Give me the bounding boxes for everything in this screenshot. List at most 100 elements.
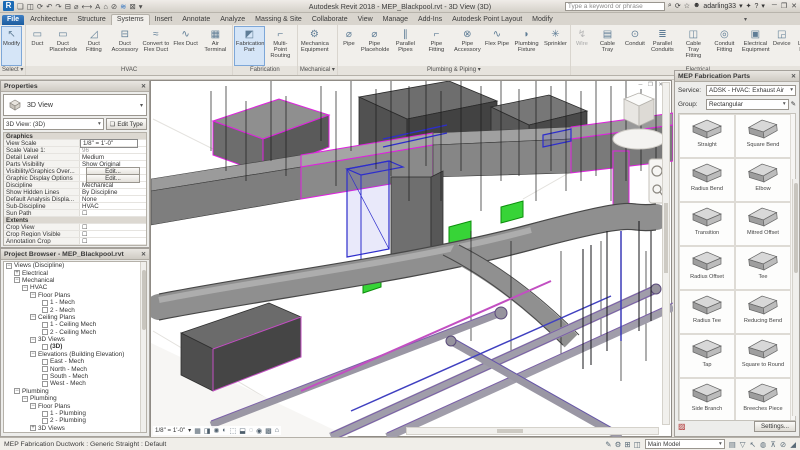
tree-expander-icon[interactable]: − [22, 284, 28, 291]
crop-view-icon[interactable]: ⬚ [230, 427, 237, 435]
ribbon-tab[interactable]: View [353, 15, 378, 25]
browser-scrollbar[interactable] [140, 262, 146, 432]
select-underlay-icon[interactable]: ◍ [760, 440, 767, 449]
horizontal-scrollbar[interactable] [406, 427, 659, 435]
tree-expander-icon[interactable] [42, 343, 48, 350]
select-links-icon[interactable]: ↖ [750, 440, 756, 449]
fabrication-part-tile[interactable]: Radius Bend [679, 158, 735, 202]
ribbon-tab[interactable]: Architecture [25, 15, 72, 25]
worksets-icon[interactable]: ⚙ [615, 440, 622, 449]
tree-item[interactable]: − Plumbing [4, 395, 146, 402]
fabrication-part-tile[interactable]: Side Branch [679, 378, 735, 420]
tree-expander-icon[interactable] [42, 410, 48, 417]
active-workset-combo[interactable]: Main Model ▾ [644, 439, 725, 449]
ribbon-tab[interactable]: Analyze [215, 15, 250, 25]
tree-expander-icon[interactable]: − [30, 314, 36, 321]
reveal-hidden-elements-icon[interactable]: ◉ [256, 427, 262, 435]
ribbon-button[interactable]: ◿ Duct Fitting [78, 26, 109, 66]
property-value[interactable]: ☐ [80, 210, 146, 217]
ribbon-group-label[interactable]: Plumbing & Piping ▾ [337, 66, 570, 75]
qat-dropdown-icon[interactable]: ▾ [139, 2, 143, 11]
fabrication-part-tile[interactable]: Radius Offset [679, 246, 735, 290]
ribbon-button[interactable]: ⊟ Duct Accessory [109, 26, 140, 66]
ribbon-button[interactable]: ⌐ Multi-Point Routing [265, 26, 296, 66]
tree-item[interactable]: 2 - Plumbing [4, 417, 146, 424]
ribbon-group-label[interactable]: HVAC [26, 66, 232, 75]
edit-type-button[interactable]: ❏ Edit Type [105, 118, 147, 130]
tree-expander-icon[interactable]: − [14, 388, 20, 395]
shadows-icon[interactable]: ◐ [222, 427, 226, 435]
close-icon[interactable]: ✕ [141, 83, 146, 90]
tree-item[interactable]: − Mechanical [4, 277, 146, 284]
avatar-icon[interactable]: ☻ [693, 2, 700, 10]
select-pinned-icon[interactable]: ⊼ [770, 440, 776, 449]
editable-only-icon[interactable]: ✎ [605, 440, 611, 449]
fabrication-parts-caption[interactable]: MEP Fabrication Parts ✕ [675, 71, 799, 82]
search-input[interactable]: Type a keyword or phrase [564, 1, 665, 11]
crop-region-icon[interactable]: ⬓ [239, 427, 246, 435]
fabrication-part-tile[interactable]: Breeches Piece [735, 378, 791, 420]
view-scale-control[interactable]: 1/8" = 1'-0" [155, 427, 185, 434]
ribbon-tab[interactable]: Autodesk Point Layout [447, 15, 527, 25]
tree-item[interactable]: 1 - Mech [4, 299, 146, 306]
properties-caption[interactable]: Properties ✕ [1, 81, 149, 92]
tree-item[interactable]: West - Mech [4, 380, 146, 387]
ribbon-button[interactable]: ◩ Fabrication Part [233, 26, 265, 66]
tree-item[interactable]: − Ceiling Plans [4, 314, 146, 321]
instance-combo[interactable]: 3D View: (3D) ▾ [3, 118, 104, 130]
ribbon-button[interactable]: ◫ Cable Tray Fitting [678, 26, 709, 66]
ribbon-button[interactable]: ⊙ Conduit [623, 26, 647, 66]
tree-item[interactable]: North - Mech [4, 365, 146, 373]
open-icon[interactable]: ❏ [17, 2, 24, 11]
filter-icon[interactable]: ▽ [740, 440, 746, 449]
visual-style-icon[interactable]: ◨ [204, 427, 211, 435]
account-caret-icon[interactable]: ▾ [739, 2, 743, 10]
detail-level-icon[interactable]: ▦ [194, 427, 201, 435]
property-value[interactable]: 96 [80, 147, 146, 154]
ribbon-button[interactable]: ⌀ Pipe [339, 26, 359, 66]
tree-expander-icon[interactable] [42, 417, 48, 424]
ribbon-button[interactable]: ✳ Sprinkler [542, 26, 569, 66]
property-value[interactable]: By Discipline [80, 189, 146, 196]
tree-expander-icon[interactable] [42, 358, 48, 365]
fabrication-part-tile[interactable]: Radius Tee [679, 290, 735, 334]
fabrication-part-tile[interactable]: Elbow [735, 158, 791, 202]
sign-in-sync-icon[interactable]: ⟳ [675, 2, 681, 10]
tree-item[interactable]: + 3D Views [4, 425, 146, 432]
tree-item[interactable]: 2 - Mech [4, 306, 146, 314]
ribbon-button[interactable]: ◲ Device [771, 26, 793, 66]
close-button[interactable]: ✕ [791, 2, 797, 10]
close-hidden-windows-icon[interactable]: ⊠ [129, 2, 135, 11]
ribbon-tab[interactable]: File [2, 15, 25, 25]
fabrication-part-tile[interactable]: Straight [679, 114, 735, 158]
ribbon-button[interactable]: ∿ Flex Duct [171, 26, 199, 66]
design-options-icon[interactable]: ▤ [729, 440, 736, 449]
parts-scrollbar[interactable] [792, 179, 798, 416]
measure-icon[interactable]: ⌀ [74, 2, 79, 11]
minimize-button[interactable]: ─ [772, 2, 777, 10]
property-row[interactable]: Annotation Crop ☐ [4, 238, 146, 245]
ribbon-group-label[interactable]: Select ▾ [0, 66, 26, 75]
fabrication-config-icon[interactable]: ▨ [678, 422, 686, 431]
ribbon-tab[interactable]: Insert [150, 15, 178, 25]
ribbon-button[interactable]: ▦ Air Terminal [200, 26, 231, 66]
ribbon-tab[interactable]: Annotate [177, 15, 215, 25]
temporary-view-properties-icon[interactable]: ⌂ [275, 427, 279, 435]
ribbon-button[interactable]: ⌐ Pipe Fitting [421, 26, 452, 66]
thin-lines-icon[interactable]: ≋ [120, 2, 126, 11]
tree-expander-icon[interactable] [42, 329, 48, 336]
tree-expander-icon[interactable]: − [30, 351, 36, 358]
service-combo[interactable]: ADSK - HVAC: Exhaust Air ▾ [706, 84, 796, 96]
help-icon[interactable]: ? [754, 3, 758, 10]
property-value[interactable]: ☐ [80, 231, 146, 238]
tree-item[interactable]: 1 - Ceiling Mech [4, 321, 146, 328]
project-browser-caption[interactable]: Project Browser - MEP_Blackpool.rvt ✕ [1, 249, 149, 260]
property-value[interactable]: None [80, 196, 146, 203]
drawing-area[interactable]: ─ ❐ ✕ 1/8" = 1'-0" ▾ ▦ ◨ ✺ ◐ ⬚ ⬓ ◌ ◉ ▩ ⌂ [150, 80, 673, 438]
drag-on-selection-icon[interactable]: ⊘ [780, 440, 786, 449]
ribbon-button[interactable]: ↯ Wire [572, 26, 592, 66]
tree-item[interactable]: − Floor Plans [4, 292, 146, 299]
link-icon[interactable]: ⊞ [624, 440, 630, 449]
property-value[interactable]: Medium [80, 154, 146, 161]
ribbon-button[interactable]: ⚙ Mechanical Equipment [299, 26, 330, 66]
